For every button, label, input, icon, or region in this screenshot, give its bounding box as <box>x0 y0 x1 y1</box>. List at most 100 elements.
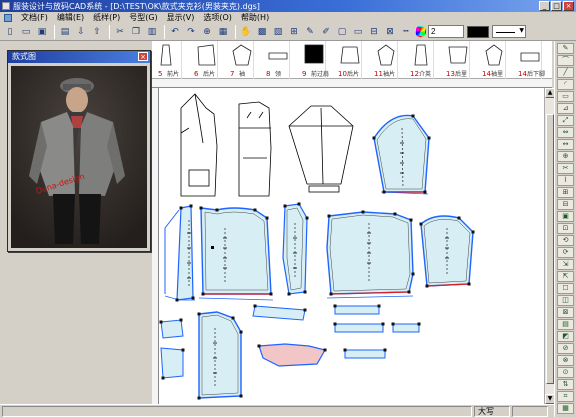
scroll-thumb[interactable] <box>546 114 554 384</box>
grade-point[interactable] <box>333 322 337 326</box>
grade-point[interactable] <box>425 284 429 288</box>
dash-icon[interactable]: ┅ <box>399 25 413 39</box>
grid-tool-icon[interactable]: ⊞ <box>557 187 574 198</box>
export-icon[interactable]: ⇧ <box>90 25 104 39</box>
sleeve-outline[interactable] <box>288 105 354 193</box>
piece-thumbnail[interactable]: 10 后片 <box>336 41 362 79</box>
line-color-swatch[interactable] <box>467 25 489 38</box>
grade-point[interactable] <box>191 296 195 300</box>
box-icon[interactable]: ▢ <box>335 25 349 39</box>
line-width-input[interactable] <box>428 25 464 38</box>
close-button[interactable]: × <box>563 1 574 11</box>
menu-options[interactable]: 选项(O) <box>203 12 232 23</box>
grade-point[interactable] <box>197 312 201 316</box>
resize-icon[interactable]: ⇲ <box>557 259 574 270</box>
waistband-strip[interactable] <box>252 305 306 321</box>
piece-thumbnail[interactable]: 12 介英 <box>408 41 434 79</box>
document-icon[interactable] <box>4 13 12 22</box>
grade-point[interactable] <box>411 272 415 276</box>
grade-point[interactable] <box>391 322 395 326</box>
no-icon[interactable]: ⊘ <box>557 343 574 354</box>
table-tool-icon[interactable]: ▦ <box>557 403 574 414</box>
grade-point[interactable] <box>407 290 411 294</box>
mirror-tool-icon[interactable]: ⇔ <box>557 127 574 138</box>
grade-point[interactable] <box>215 208 219 212</box>
front-panel-graded[interactable] <box>164 205 195 301</box>
grade-point[interactable] <box>265 216 269 220</box>
grade-point[interactable] <box>381 322 385 326</box>
grade-point[interactable] <box>239 330 243 334</box>
minimize-button[interactable]: _ <box>539 1 550 11</box>
pen-tool-icon[interactable]: ✎ <box>557 43 574 54</box>
layer-icon[interactable]: ◩ <box>557 331 574 342</box>
table-icon[interactable]: ▦ <box>216 25 230 39</box>
arc-tool-icon[interactable]: ◜ <box>557 79 574 90</box>
grade-point[interactable] <box>417 322 421 326</box>
new-file-icon[interactable]: ▯ <box>3 25 17 39</box>
rect-tool-icon[interactable]: ▭ <box>557 91 574 102</box>
grade-point[interactable] <box>201 292 205 296</box>
maximize-button[interactable]: □ <box>551 1 562 11</box>
piece-thumbnail[interactable]: 11 袖片 <box>372 41 398 79</box>
cross-icon[interactable]: ⊗ <box>557 355 574 366</box>
corner-icon[interactable]: ⇱ <box>557 271 574 282</box>
paste-icon[interactable]: ▥ <box>145 25 159 39</box>
grade-point[interactable] <box>327 214 331 218</box>
grade-point[interactable] <box>361 210 365 214</box>
placket-strip[interactable] <box>344 349 386 359</box>
piece-thumbnail[interactable]: 8领 <box>264 41 290 79</box>
grade-point[interactable] <box>179 206 183 210</box>
menu-file[interactable]: 文档(F) <box>21 12 48 23</box>
seam-tool-icon[interactable]: ⌇ <box>557 175 574 186</box>
piece-thumbnail[interactable]: 5 前片 <box>156 41 182 79</box>
grade-point[interactable] <box>382 190 386 194</box>
grade-point[interactable] <box>333 304 337 308</box>
hash-icon[interactable]: ⌗ <box>557 391 574 402</box>
menu-edit[interactable]: 编辑(E) <box>57 12 84 23</box>
piece-thumbnail[interactable]: 13 后里 <box>444 41 470 79</box>
measure-icon[interactable]: ⊞ <box>287 25 301 39</box>
triangle-tool-icon[interactable]: ⊿ <box>557 103 574 114</box>
grade-point[interactable] <box>175 298 179 302</box>
sleeve-lining-graded[interactable] <box>420 215 474 287</box>
line-style-dropdown[interactable]: ▼ <box>492 25 526 38</box>
redo-icon[interactable]: ↷ <box>184 25 198 39</box>
collar-piece[interactable] <box>258 343 326 367</box>
ruler-icon[interactable]: ⊟ <box>367 25 381 39</box>
add-point-icon[interactable]: ⊕ <box>557 151 574 162</box>
open-folder-icon[interactable]: ▭ <box>19 25 33 39</box>
box-tool-icon[interactable]: ☐ <box>557 283 574 294</box>
print-icon[interactable]: ▤ <box>58 25 72 39</box>
line-tool-icon[interactable]: ╱ <box>557 67 574 78</box>
piece-thumbnail[interactable]: 6 后片 <box>192 41 218 79</box>
piece-thumbnail[interactable]: 7袖 <box>228 41 254 79</box>
cuff-strip[interactable] <box>334 305 384 333</box>
hand-icon[interactable]: ✋ <box>239 25 253 39</box>
grade-point[interactable] <box>427 136 431 140</box>
facing-strip[interactable] <box>392 323 420 333</box>
grade-point[interactable] <box>287 292 291 296</box>
grade-point[interactable] <box>323 348 327 352</box>
copy-icon[interactable]: ❐ <box>129 25 143 39</box>
style-sketch-window[interactable]: 款式图 × Duna-design <box>7 50 151 252</box>
list-icon[interactable]: ▤ <box>557 319 574 330</box>
save-icon[interactable]: ▣ <box>35 25 49 39</box>
grade-point[interactable] <box>393 212 397 216</box>
grade-point[interactable] <box>297 202 301 206</box>
grade-point[interactable] <box>303 308 307 312</box>
fill-tool-icon[interactable]: ▣ <box>557 211 574 222</box>
grade-point[interactable] <box>239 394 243 398</box>
grade-point[interactable] <box>471 230 475 234</box>
select-tool-icon[interactable]: ⊡ <box>557 223 574 234</box>
cut-icon[interactable]: ✂ <box>113 25 127 39</box>
move-tool-icon[interactable]: ↔ <box>557 139 574 150</box>
grade-point[interactable] <box>383 348 387 352</box>
grade-point[interactable] <box>411 114 415 118</box>
grade-point[interactable] <box>189 204 193 208</box>
drawing-canvas[interactable] <box>159 88 544 404</box>
zoom-icon[interactable]: ⊕ <box>200 25 214 39</box>
brush-icon[interactable]: ✐ <box>319 25 333 39</box>
grade-point[interactable] <box>181 348 185 352</box>
target-icon[interactable]: ⊙ <box>557 367 574 378</box>
grade-point[interactable] <box>269 292 273 296</box>
